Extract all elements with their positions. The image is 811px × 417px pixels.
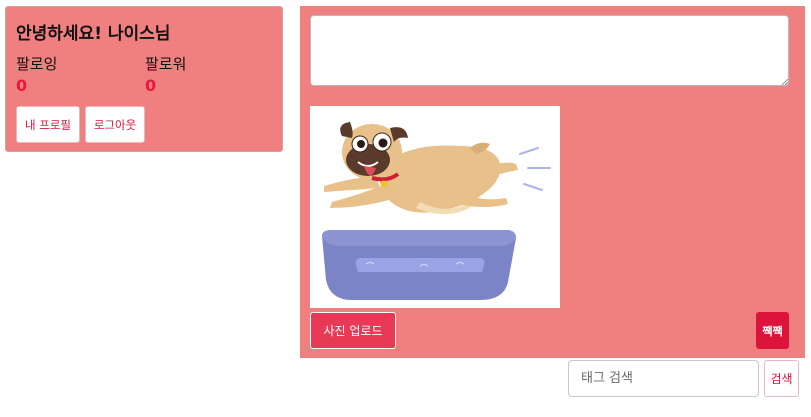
my-profile-button[interactable]: 내 프로필 bbox=[16, 106, 80, 143]
greeting-heading: 안녕하세요! 나이스님 bbox=[16, 24, 171, 44]
uploaded-image-preview bbox=[310, 106, 560, 308]
tag-search-button[interactable]: 검색 bbox=[764, 360, 799, 397]
following-label: 팔로잉 bbox=[16, 55, 58, 73]
followers-count: 0 bbox=[145, 76, 157, 95]
tag-search-input[interactable] bbox=[568, 360, 759, 397]
upload-photo-button[interactable]: 사진 업로드 bbox=[310, 312, 396, 349]
resize-grip-icon[interactable] bbox=[782, 79, 788, 85]
pug-illustration bbox=[310, 106, 560, 308]
following-count: 0 bbox=[16, 76, 28, 95]
followers-label: 팔로워 bbox=[145, 55, 187, 73]
profile-card: 안녕하세요! 나이스님 팔로잉 0 팔로워 0 내 프로필 로그아웃 bbox=[5, 6, 283, 152]
post-content-textarea[interactable] bbox=[310, 15, 789, 86]
logout-button[interactable]: 로그아웃 bbox=[85, 106, 145, 143]
submit-post-button[interactable]: 짹짹 bbox=[756, 312, 789, 349]
post-form: 사진 업로드 짹짹 bbox=[300, 6, 805, 358]
